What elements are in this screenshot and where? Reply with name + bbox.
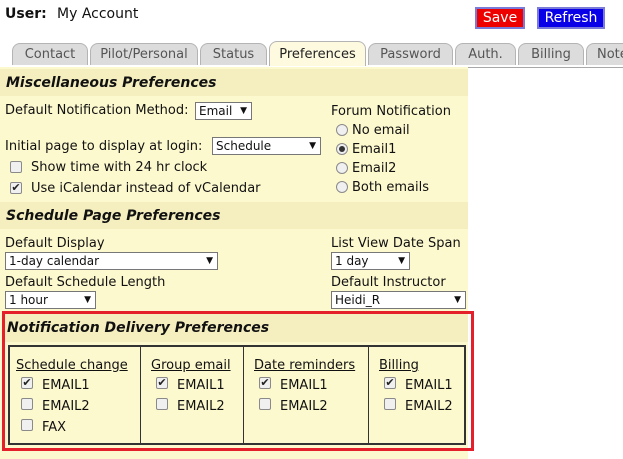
- default-display-value: 1-day calendar: [9, 254, 100, 268]
- chevron-down-icon: ▼: [454, 295, 461, 305]
- instructor-label: Default Instructor: [331, 275, 446, 290]
- tab-contact[interactable]: Contact: [12, 43, 88, 65]
- list-span-label: List View Date Span: [331, 236, 461, 251]
- schedule-section-header: Schedule Page Preferences: [0, 202, 468, 229]
- instructor-select[interactable]: Heidi_R ▼: [331, 291, 466, 309]
- time24-label: Show time with 24 hr clock: [31, 160, 208, 175]
- tab-pilot-personal[interactable]: Pilot/Personal: [90, 43, 198, 65]
- chevron-down-icon: ▼: [84, 295, 91, 305]
- user-label: User:: [5, 6, 47, 22]
- forum-option-no-email: No email: [352, 123, 410, 138]
- tab-status[interactable]: Status: [200, 43, 267, 65]
- forum-option-email1: Email1: [352, 142, 397, 157]
- chevron-down-icon: ▼: [206, 256, 213, 266]
- list-span-select[interactable]: 1 day ▼: [331, 252, 410, 270]
- tab-password[interactable]: Password: [368, 43, 453, 65]
- forum-radio-both[interactable]: [336, 181, 348, 193]
- chevron-down-icon: ▼: [309, 141, 316, 151]
- chevron-down-icon: ▼: [240, 106, 247, 116]
- notification-method-label: Default Notification Method:: [5, 103, 189, 118]
- initial-page-select[interactable]: Schedule ▼: [212, 137, 321, 155]
- schedule-section-title: Schedule Page Preferences: [6, 208, 221, 224]
- forum-radio-email1[interactable]: [336, 143, 348, 155]
- chevron-down-icon: ▼: [398, 256, 405, 266]
- notification-method-value: Email: [199, 104, 233, 118]
- save-button[interactable]: Save: [475, 7, 525, 29]
- notification-method-select[interactable]: Email ▼: [195, 102, 252, 120]
- highlight-outline: [2, 311, 474, 451]
- schedule-length-select[interactable]: 1 hour ▼: [5, 291, 96, 309]
- tab-bar: Contact Pilot/Personal Status Preference…: [0, 41, 623, 68]
- account-name: My Account: [57, 6, 139, 22]
- forum-option-both: Both emails: [352, 180, 429, 195]
- icalendar-checkbox[interactable]: ✔: [10, 182, 22, 194]
- instructor-value: Heidi_R: [335, 293, 381, 307]
- initial-page-value: Schedule: [216, 139, 272, 153]
- forum-notification-title: Forum Notification: [331, 104, 451, 119]
- default-display-select[interactable]: 1-day calendar ▼: [5, 252, 218, 270]
- tab-auth[interactable]: Auth.: [455, 43, 516, 65]
- initial-page-label: Initial page to display at login:: [5, 139, 203, 154]
- tab-notes[interactable]: Note: [586, 43, 623, 65]
- refresh-button[interactable]: Refresh: [537, 7, 605, 29]
- forum-radio-email2[interactable]: [336, 162, 348, 174]
- time24-checkbox[interactable]: [10, 161, 22, 173]
- misc-section-header: Miscellaneous Preferences: [0, 69, 468, 96]
- tab-preferences[interactable]: Preferences: [269, 41, 366, 66]
- misc-section-title: Miscellaneous Preferences: [6, 75, 217, 91]
- forum-option-email2: Email2: [352, 161, 397, 176]
- schedule-length-label: Default Schedule Length: [5, 275, 166, 290]
- schedule-length-value: 1 hour: [9, 293, 48, 307]
- icalendar-label: Use iCalendar instead of vCalendar: [31, 181, 261, 196]
- list-span-value: 1 day: [335, 254, 369, 268]
- default-display-label: Default Display: [5, 236, 105, 251]
- tab-billing[interactable]: Billing: [518, 43, 584, 65]
- forum-radio-no-email[interactable]: [336, 124, 348, 136]
